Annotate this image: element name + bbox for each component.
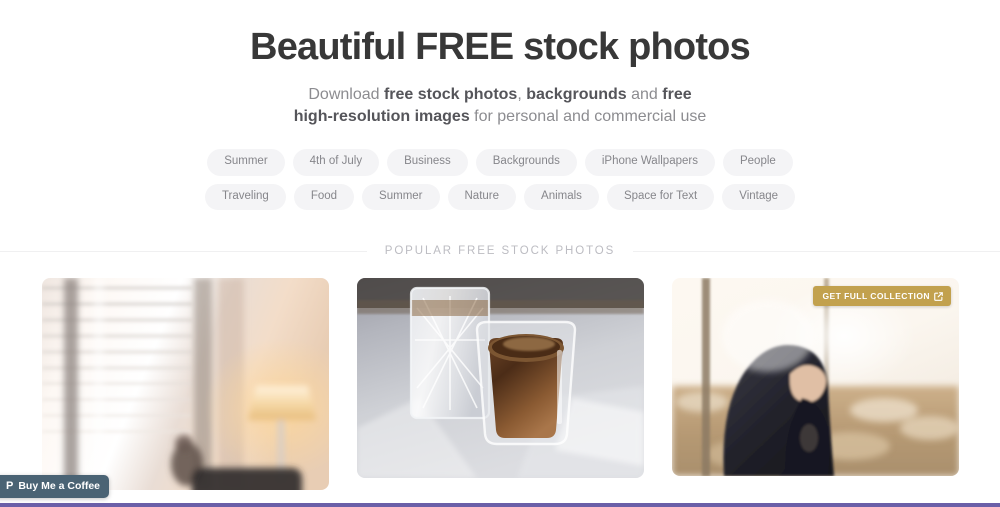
tag-animals[interactable]: Animals [524, 183, 599, 211]
tag-summer-2[interactable]: Summer [362, 183, 440, 211]
subtitle-text-3: and [626, 85, 663, 103]
hero-subtitle: Download free stock photos, backgrounds … [290, 84, 710, 129]
page-title: Beautiful FREE stock photos [250, 26, 751, 68]
tag-vintage[interactable]: Vintage [722, 183, 796, 211]
tag-row-2: Traveling Food Summer Nature Animals Spa… [0, 183, 1000, 211]
buy-me-a-coffee-widget[interactable]: P Buy Me a Coffee [0, 475, 110, 498]
subtitle-bold-2: backgrounds [526, 85, 627, 103]
hero-section: Beautiful FREE stock photos Download fre… [0, 0, 1000, 129]
tag-food[interactable]: Food [293, 183, 355, 211]
photo-card-2[interactable] [357, 278, 644, 479]
tag-traveling[interactable]: Traveling [204, 183, 286, 211]
subtitle-text-2: , [517, 85, 527, 103]
tag-4th-of-july[interactable]: 4th of July [292, 149, 380, 176]
subtitle-text-4: for personal and commercial use [469, 108, 707, 126]
photo-coffee-glass [357, 278, 644, 479]
tag-space-for-text[interactable]: Space for Text [606, 183, 715, 211]
subtitle-text-1: Download [308, 85, 384, 103]
photo-interior-blinds [42, 278, 329, 491]
coffee-cup-icon: P [6, 479, 14, 492]
photo-card-3[interactable]: GET FULL COLLECTION [672, 278, 959, 477]
get-full-collection-label: GET FULL COLLECTION [822, 291, 930, 302]
photo-card-1[interactable] [42, 278, 329, 491]
external-link-icon [934, 291, 943, 301]
tag-people[interactable]: People [722, 149, 793, 176]
buy-me-a-coffee-label: Buy Me a Coffee [18, 480, 101, 492]
tag-business[interactable]: Business [387, 149, 468, 176]
photo-gallery: GET FULL COLLECTION [0, 278, 1000, 491]
section-divider: POPULAR FREE STOCK PHOTOS [0, 236, 1000, 267]
tag-row-1: Summer 4th of July Business Backgrounds … [0, 149, 1000, 176]
tag-nature[interactable]: Nature [447, 183, 517, 211]
photo-person-swing [672, 278, 959, 477]
category-tag-list: Summer 4th of July Business Backgrounds … [0, 149, 1000, 211]
tag-summer[interactable]: Summer [207, 149, 285, 176]
tag-iphone-wallpapers[interactable]: iPhone Wallpapers [584, 149, 715, 176]
get-full-collection-button[interactable]: GET FULL COLLECTION [813, 286, 951, 307]
tag-backgrounds[interactable]: Backgrounds [475, 149, 577, 176]
section-heading: POPULAR FREE STOCK PHOTOS [366, 236, 634, 267]
subtitle-bold-1: free stock photos [383, 85, 518, 103]
bottom-accent-bar [0, 503, 1000, 507]
